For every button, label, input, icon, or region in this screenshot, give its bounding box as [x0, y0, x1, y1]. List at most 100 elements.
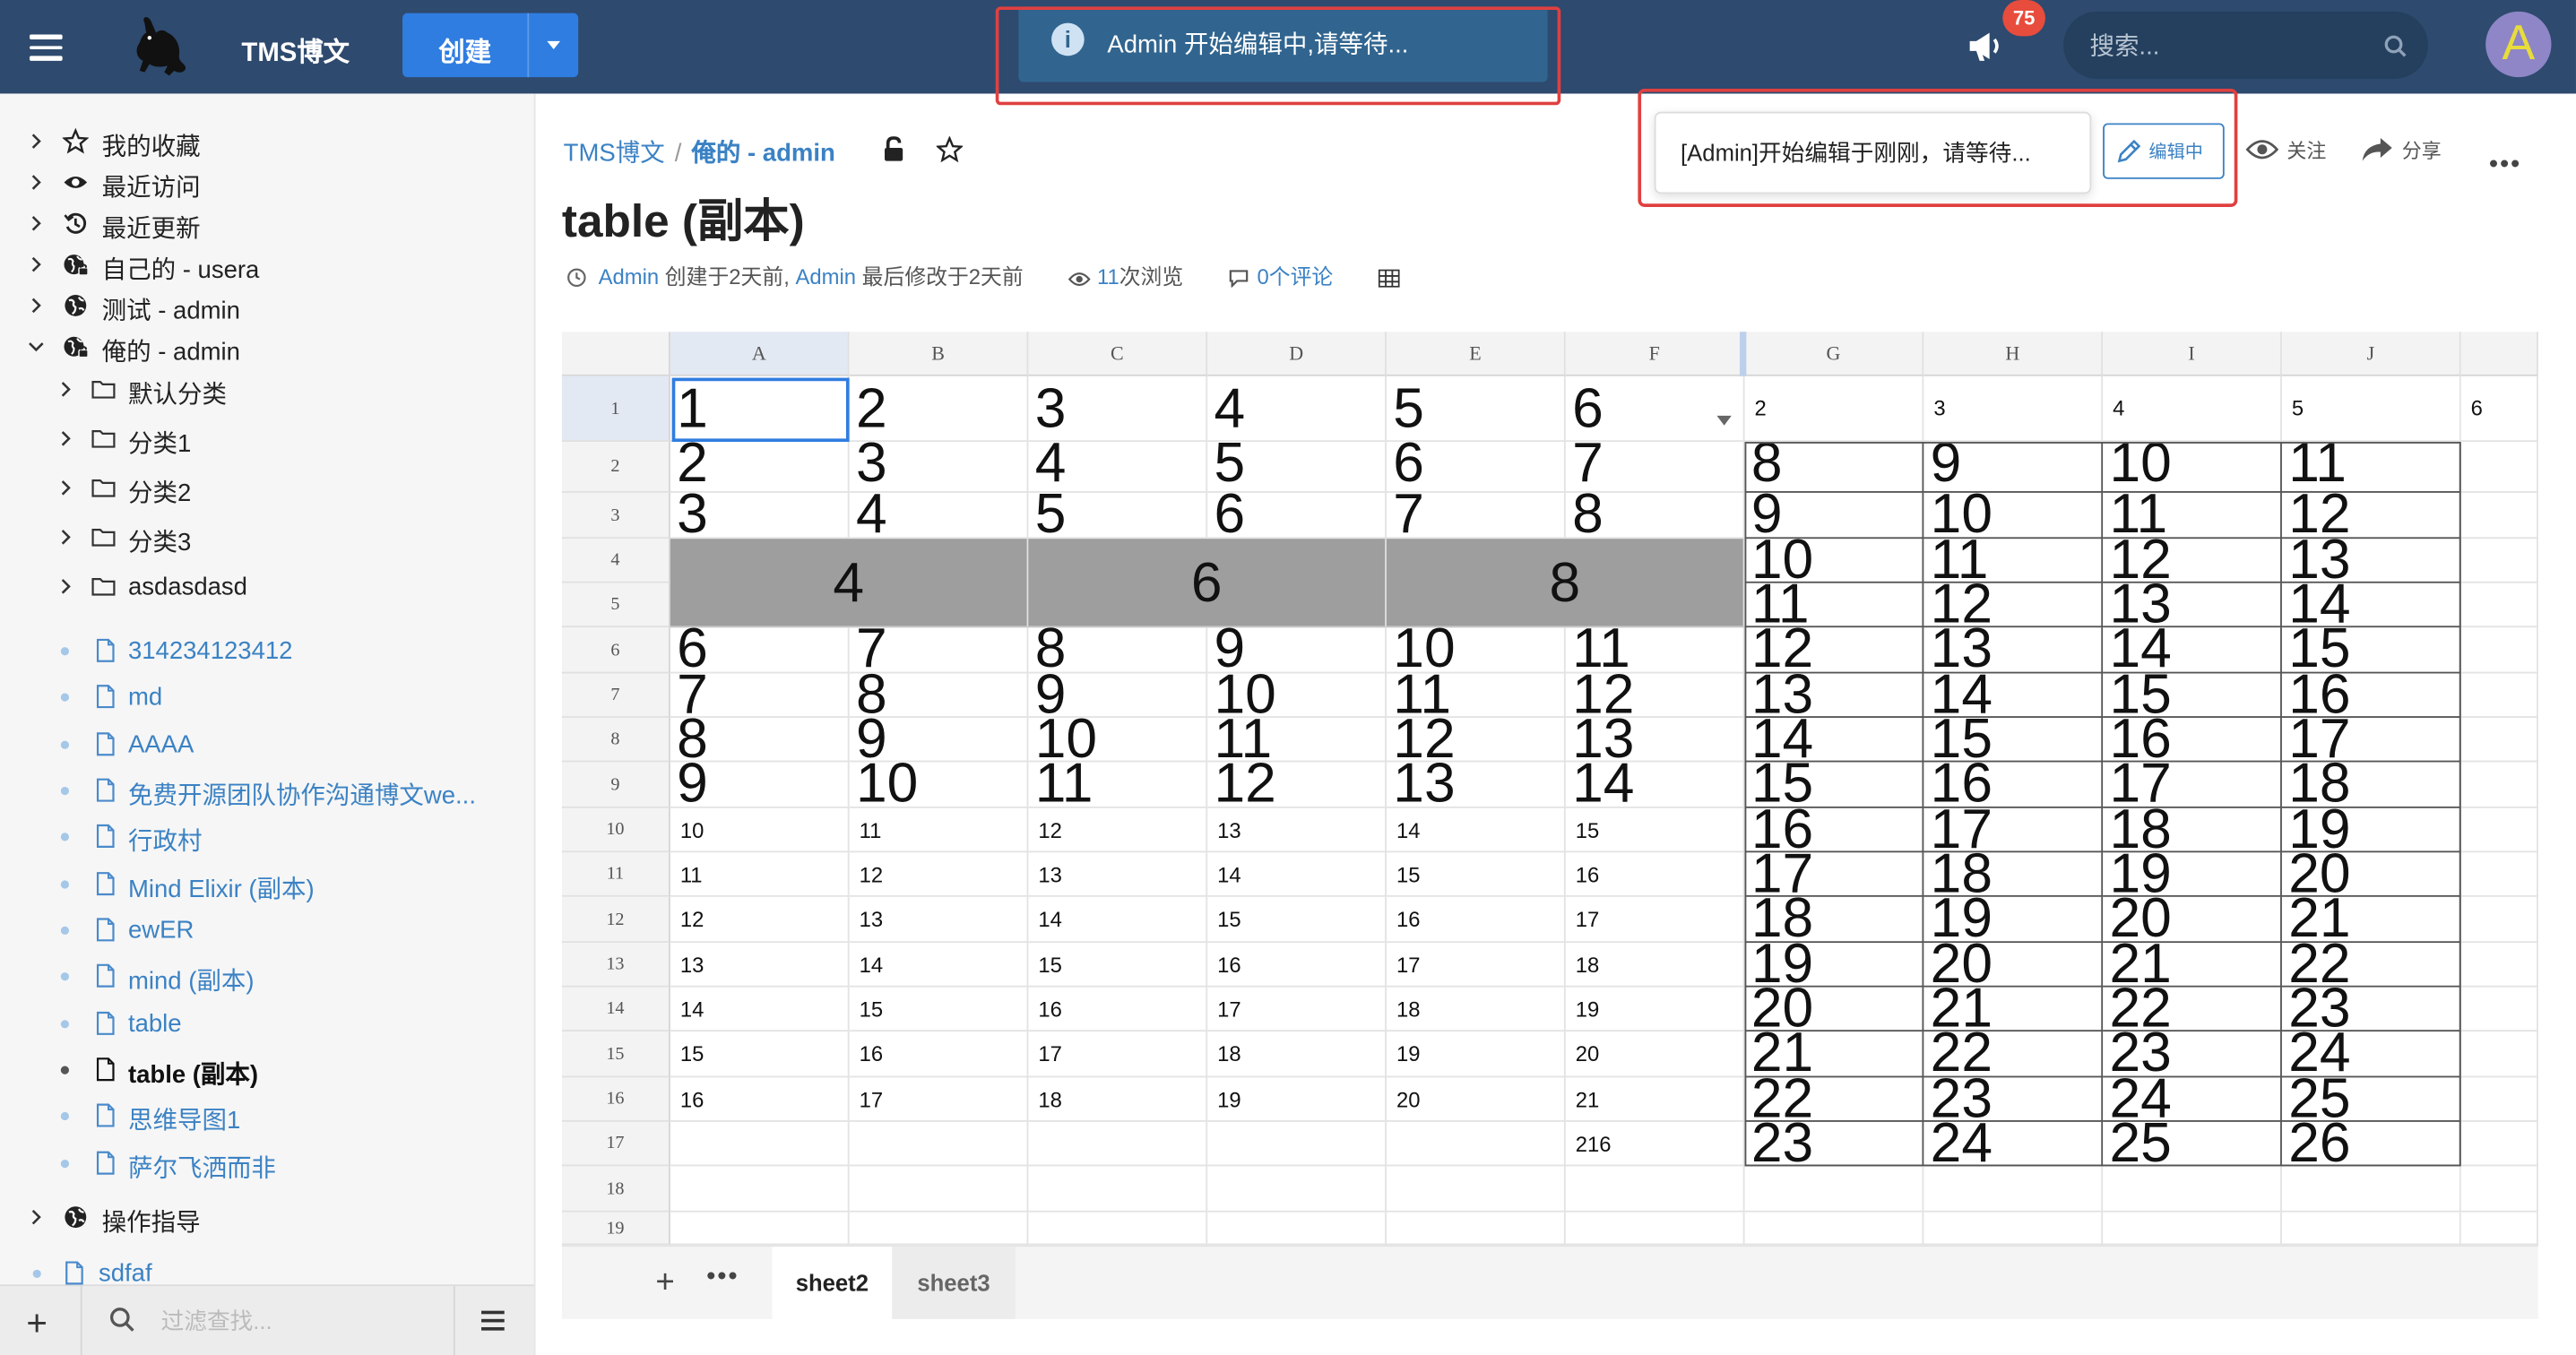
chevron-right-icon[interactable] — [26, 296, 46, 315]
user-avatar[interactable]: A — [2485, 11, 2552, 78]
table-cell[interactable]: 19 — [1207, 1077, 1387, 1122]
table-cell[interactable]: 21 — [1565, 1077, 1745, 1122]
table-cell[interactable]: 11 — [670, 852, 850, 897]
table-icon[interactable] — [1378, 269, 1400, 288]
table-cell[interactable] — [1923, 1212, 2104, 1246]
table-cell[interactable]: 16 — [849, 1031, 1029, 1078]
caret-down-icon[interactable] — [547, 40, 561, 49]
row-header[interactable]: 1 — [561, 375, 670, 443]
chevron-right-icon[interactable] — [56, 478, 75, 497]
sidebar-item-group[interactable]: 测试 - admin — [0, 288, 526, 327]
star-icon[interactable] — [936, 136, 964, 163]
table-cell[interactable] — [2460, 492, 2538, 539]
megaphone-icon[interactable] — [1965, 26, 2008, 65]
table-cell[interactable] — [1565, 1212, 1745, 1246]
chevron-right-icon[interactable] — [26, 213, 46, 233]
table-cell[interactable]: 9 — [670, 755, 850, 811]
table-cell[interactable] — [1207, 1212, 1387, 1246]
chevron-right-icon[interactable] — [56, 379, 75, 399]
chevron-right-icon[interactable] — [26, 255, 46, 274]
table-cell[interactable] — [849, 1166, 1029, 1213]
sheet-more-icon[interactable]: ••• — [706, 1264, 739, 1293]
table-cell[interactable] — [849, 1121, 1029, 1167]
table-cell[interactable]: 17 — [849, 1077, 1029, 1122]
table-cell[interactable] — [2460, 539, 2538, 583]
table-cell[interactable]: 16 — [1207, 943, 1387, 988]
row-header[interactable]: 10 — [561, 807, 670, 853]
sidebar-item-doc[interactable]: Mind Elixir (副本) — [0, 866, 526, 905]
row-header[interactable]: 3 — [561, 492, 670, 539]
sidebar-item-doc[interactable]: table (副本) — [0, 1051, 526, 1091]
table-cell[interactable]: 18 — [1207, 1031, 1387, 1078]
chevron-right-icon[interactable] — [26, 172, 46, 192]
table-cell[interactable] — [2103, 1212, 2282, 1246]
global-search[interactable] — [2063, 11, 2429, 79]
table-cell[interactable] — [2281, 1212, 2461, 1246]
table-cell[interactable] — [1028, 1121, 1208, 1167]
table-cell[interactable]: 17 — [1207, 987, 1387, 1032]
table-cell[interactable] — [1744, 1212, 1924, 1246]
table-cell[interactable] — [2460, 852, 2538, 897]
table-cell[interactable] — [2460, 442, 2538, 493]
more-options-icon[interactable]: ••• — [2489, 151, 2521, 181]
table-cell[interactable]: 7 — [1386, 487, 1566, 542]
table-cell[interactable]: 14 — [849, 943, 1029, 988]
sidebar-item-group[interactable]: 我的收藏 — [0, 123, 526, 162]
table-cell[interactable] — [1207, 1121, 1387, 1167]
sidebar-item-doc[interactable]: md — [0, 678, 526, 718]
row-header[interactable]: 16 — [561, 1077, 670, 1122]
table-cell[interactable]: 10 — [849, 755, 1029, 811]
hamburger-menu-icon[interactable] — [29, 30, 63, 63]
table-cell[interactable]: 18 — [1386, 987, 1566, 1032]
row-header[interactable]: 11 — [561, 852, 670, 897]
table-cell[interactable]: 15 — [1207, 896, 1387, 944]
table-cell[interactable] — [1386, 1212, 1566, 1246]
table-cell[interactable] — [670, 1121, 850, 1167]
table-cell[interactable] — [670, 1166, 850, 1213]
table-cell[interactable]: 11 — [1028, 755, 1208, 811]
table-cell[interactable]: 216 — [1565, 1121, 1745, 1167]
filter-input[interactable] — [157, 1306, 428, 1336]
table-cell[interactable]: 18 — [1028, 1077, 1208, 1122]
column-header[interactable]: G — [1744, 332, 1924, 376]
table-cell[interactable] — [2460, 1031, 2538, 1078]
sidebar-item-folder[interactable]: 分类2 — [0, 470, 526, 509]
merged-cell[interactable]: 8 — [1386, 539, 1745, 628]
table-cell[interactable]: 26 — [2281, 1116, 2461, 1171]
table-cell[interactable]: 12 — [1207, 755, 1387, 811]
table-cell[interactable]: 20 — [1565, 1031, 1745, 1078]
lock-icon[interactable] — [882, 136, 905, 162]
sidebar-item-doc[interactable]: table — [0, 1005, 526, 1045]
sidebar-item-folder[interactable]: 分类3 — [0, 519, 526, 558]
sidebar-item-folder[interactable]: asdasdasd — [0, 568, 526, 608]
table-cell[interactable]: 8 — [1565, 487, 1745, 542]
row-header[interactable]: 4 — [561, 539, 670, 583]
table-cell[interactable] — [1207, 1166, 1387, 1213]
table-cell[interactable] — [2460, 762, 2538, 808]
sidebar-item-doc[interactable]: sdfaf — [0, 1255, 526, 1294]
column-header[interactable]: D — [1207, 332, 1387, 376]
table-cell[interactable]: 17 — [1565, 896, 1745, 944]
table-cell[interactable]: 20 — [1386, 1077, 1566, 1122]
column-header[interactable] — [2460, 332, 2538, 376]
sidebar-item-group[interactable]: 俺的 - admin — [0, 329, 526, 368]
modifier-link[interactable]: Admin — [795, 264, 856, 289]
table-cell[interactable]: 15 — [849, 987, 1029, 1032]
table-cell[interactable] — [2103, 1166, 2282, 1213]
table-cell[interactable] — [2460, 896, 2538, 944]
table-cell[interactable]: 14 — [670, 987, 850, 1032]
column-header[interactable]: C — [1028, 332, 1208, 376]
sidebar-item-folder[interactable]: 默认分类 — [0, 371, 526, 410]
chevron-right-icon[interactable] — [26, 132, 46, 151]
merged-cell[interactable]: 4 — [670, 539, 1029, 628]
sidebar-item-doc[interactable]: AAAA — [0, 726, 526, 765]
table-cell[interactable] — [1923, 1166, 2104, 1213]
column-header[interactable]: A — [670, 332, 850, 376]
table-cell[interactable] — [2460, 943, 2538, 988]
sidebar-item-doc[interactable]: 314234123412 — [0, 633, 526, 672]
table-cell[interactable]: 16 — [670, 1077, 850, 1122]
table-cell[interactable]: 13 — [1207, 807, 1387, 853]
table-cell[interactable] — [2460, 717, 2538, 763]
table-cell[interactable]: 15 — [670, 1031, 850, 1078]
sidebar-item-group[interactable]: 自己的 - usera — [0, 246, 526, 286]
